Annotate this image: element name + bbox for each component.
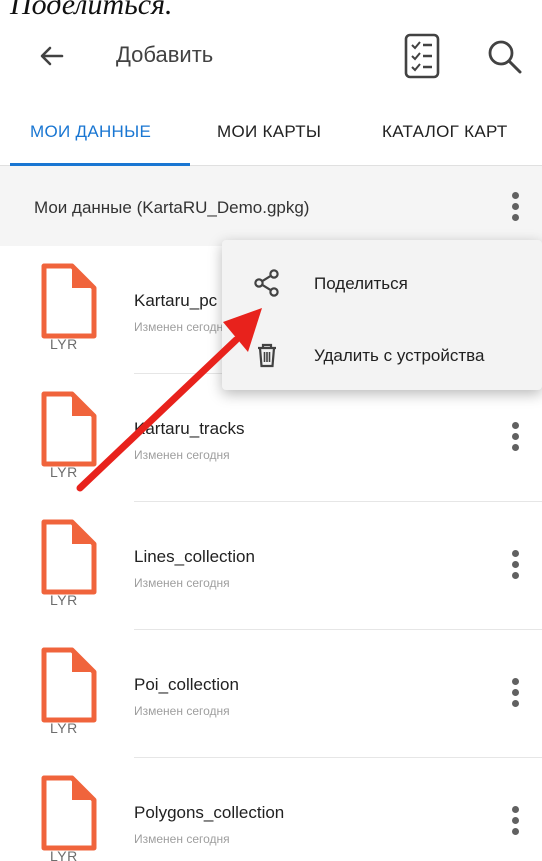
file-icon: LYR [38, 262, 100, 358]
menu-item-share[interactable]: Поделиться [222, 248, 542, 318]
file-icon: LYR [38, 774, 100, 861]
checklist-icon [404, 33, 440, 79]
menu-item-label: Удалить с устройства [314, 346, 485, 365]
file-type-badge: LYR [50, 592, 78, 608]
item-more-button[interactable] [504, 416, 528, 456]
file-icon: LYR [38, 646, 100, 742]
file-modified: Изменен сегодня [134, 832, 230, 846]
list-item[interactable]: LYR Lines_collection Изменен сегодня [0, 502, 542, 630]
list-item[interactable]: LYR Kartaru_tracks Изменен сегодня [0, 374, 542, 502]
list-item[interactable]: LYR Poi_collection Изменен сегодня [0, 630, 542, 758]
file-modified: Изменен сегодня [134, 576, 230, 590]
page-title: Добавить [116, 42, 214, 67]
file-modified: Изменен сегодня [134, 448, 230, 462]
tab-my-maps[interactable]: МОИ КАРТЫ [217, 122, 321, 142]
file-modified: Изменен сегодня [134, 320, 230, 334]
file-name: Lines_collection [134, 547, 255, 566]
file-type-badge: LYR [50, 464, 78, 480]
trash-icon [258, 343, 276, 368]
file-name: Polygons_collection [134, 803, 285, 822]
file-name: Kartaru_pc [134, 291, 218, 310]
arrow-left-icon [40, 46, 64, 66]
section-more-button[interactable] [504, 186, 528, 226]
list-item[interactable]: LYR Polygons_collection Изменен сегодня [0, 758, 542, 861]
file-icon: LYR [38, 518, 100, 614]
context-menu: Поделиться Удалить с устройства [222, 240, 542, 390]
file-type-badge: LYR [50, 848, 78, 861]
tab-map-catalog[interactable]: КАТАЛОГ КАРТ [382, 122, 508, 142]
file-icon: LYR [38, 390, 100, 486]
file-modified: Изменен сегодня [134, 704, 230, 718]
item-more-button[interactable] [504, 800, 528, 840]
checklist-button[interactable] [402, 32, 442, 80]
file-name: Kartaru_tracks [134, 419, 245, 438]
top-app-bar: Добавить [0, 12, 542, 104]
section-title: Мои данные (KartaRU_Demo.gpkg) [34, 198, 310, 217]
menu-item-delete[interactable]: Удалить с устройства [222, 320, 542, 390]
share-icon [254, 269, 279, 297]
file-name: Poi_collection [134, 675, 239, 694]
item-more-button[interactable] [504, 544, 528, 584]
search-button[interactable] [484, 36, 526, 78]
item-more-button[interactable] [504, 672, 528, 712]
tab-my-data[interactable]: МОИ ДАННЫЕ [30, 122, 151, 142]
tab-bar: МОИ ДАННЫЕ МОИ КАРТЫ КАТАЛОГ КАРТ [0, 104, 542, 166]
menu-item-label: Поделиться [314, 274, 408, 293]
section-header: Мои данные (KartaRU_Demo.gpkg) [0, 166, 542, 246]
file-type-badge: LYR [50, 720, 78, 736]
search-icon [488, 40, 522, 74]
back-button[interactable] [34, 38, 70, 74]
file-type-badge: LYR [50, 336, 78, 352]
